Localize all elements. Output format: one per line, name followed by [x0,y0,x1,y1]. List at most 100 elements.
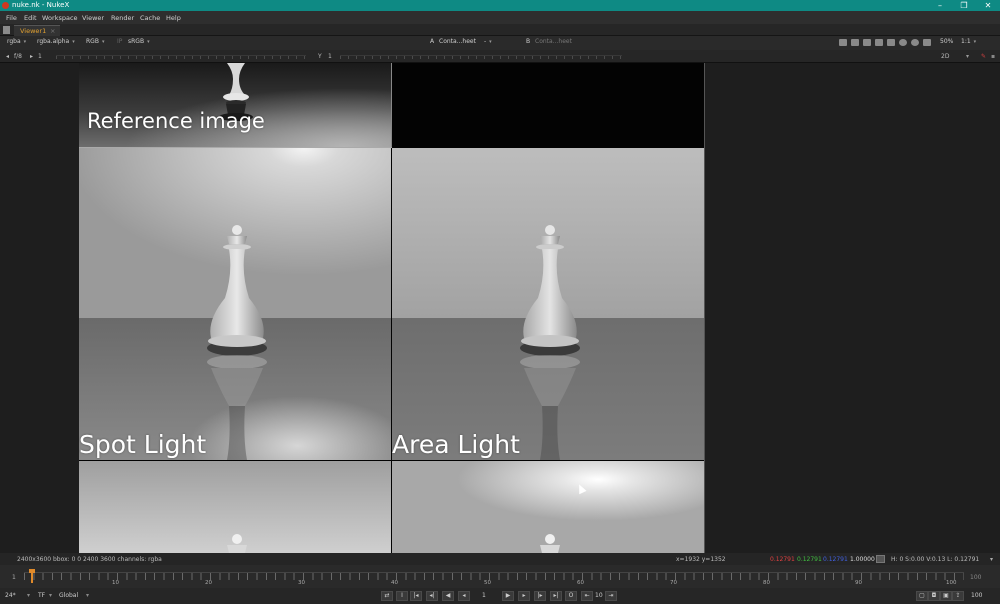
reference-image-label: Reference image [87,109,265,133]
info-expand-icon[interactable]: ▾ [990,556,993,563]
blue-value: 0.12791 [823,556,848,563]
pane-menu-icon[interactable] [3,26,10,34]
menu-viewer[interactable]: Viewer [82,14,104,22]
safe-area-icon[interactable] [851,39,859,46]
last-frame-button[interactable]: ▸| [550,591,562,601]
reference-chess-piece [79,63,391,147]
next-keyframe-button[interactable]: |▸ [534,591,546,601]
tab-label: Viewer1 [20,27,47,35]
next-frame-button[interactable]: ▸ [518,591,530,601]
frame-increment[interactable]: 10 [595,592,603,599]
fps-dropdown[interactable]: 24* [5,592,16,599]
out-point-icon[interactable]: O [565,591,577,601]
spot-light-render [79,148,391,460]
step-back-icon[interactable]: ⇤ [581,591,593,601]
ip-toggle-icon[interactable]: IP [117,38,122,47]
maximize-button[interactable]: ❐ [952,0,976,11]
input-a-dropdown[interactable]: Conta...heet [439,38,476,47]
input-a-label: A [430,38,435,45]
frame-step-icon[interactable]: ▸ [30,53,33,60]
in-point-icon[interactable]: I [396,591,408,601]
fstop-decrease-icon[interactable]: ◂ [6,53,9,60]
lock-icon[interactable]: ▪ [991,53,995,60]
timeline-start-frame: 1 [12,574,16,581]
alpha-channel-dropdown[interactable]: rgba.alpha [37,38,75,47]
tick-label: 80 [763,580,770,586]
playback-controls: 24* ▾ TF ▾ Global ▾ ⇄ I |◂ ◂| ◀ ◂ 1 ▶ ▸ … [0,588,1000,604]
playhead[interactable] [29,569,35,583]
menu-help[interactable]: Help [166,14,181,22]
lock-range-icon[interactable]: ▣ [940,591,952,601]
input-b-dropdown[interactable]: Conta...heet [535,38,572,47]
viewer-exposure-toolbar: ◂ f/8 ▸ 1 Y 1 2D ▾ ✎ ▪ [0,50,1000,63]
checker-icon[interactable] [887,39,895,46]
viewer-lut-dropdown[interactable]: sRGB [128,38,150,47]
reference-image-tile: Reference image [79,63,391,147]
gain-slider[interactable] [56,55,306,59]
tab-viewer1[interactable]: Viewer1 × [14,25,60,36]
view-mode-dropdown[interactable]: 2D [941,53,949,60]
tick-label: 70 [670,580,677,586]
flipbook-icon[interactable]: ▢ [916,591,928,601]
view-mode-arrow-icon: ▾ [966,53,970,60]
roi-icon[interactable] [839,39,847,46]
menu-edit[interactable]: Edit [24,14,37,22]
spot-light-label: Spot Light [79,430,207,459]
first-frame-button[interactable]: |◂ [410,591,422,601]
menu-workspace[interactable]: Workspace [42,14,78,22]
tick-label: 40 [391,580,398,586]
settings-gear-icon[interactable] [911,39,919,46]
fstop-value[interactable]: f/8 [14,53,22,60]
gpu-icon[interactable] [899,39,907,46]
end-frame-field[interactable]: 100 [971,592,982,599]
capture-icon[interactable]: ◘ [928,591,940,601]
prev-frame-button[interactable]: ◂ [458,591,470,601]
area-light-tile: Area Light [392,148,704,460]
menu-render[interactable]: Render [111,14,134,22]
bottom-right-render [392,461,704,553]
menu-file[interactable]: File [6,14,17,22]
tick-label: 60 [577,580,584,586]
play-backward-button[interactable]: ◀ [442,591,454,601]
step-forward-icon[interactable]: ⇥ [605,591,617,601]
prev-keyframe-button[interactable]: ◂| [426,591,438,601]
overlay-icon[interactable] [863,39,871,46]
channels-dropdown[interactable]: rgba [7,38,26,47]
gamma-value[interactable]: 1 [328,53,332,60]
green-value: 0.12791 [797,556,822,563]
close-button[interactable]: ✕ [976,0,1000,11]
minimize-button[interactable]: – [928,0,952,11]
viewer-toolbar: rgba rgba.alpha RGB IP sRGB A Conta...he… [0,36,1000,50]
tf-dropdown[interactable]: TF [38,592,45,599]
viewer-canvas[interactable]: Reference image Spot Light Area Light [0,63,1000,553]
frame-divider [391,63,392,147]
display-channels-dropdown[interactable]: RGB [86,38,104,47]
hsvl-readout: H: 0 S:0.00 V:0.13 L: 0.12791 [891,556,980,563]
timeline-track[interactable] [24,572,964,580]
tick-label: 100 [946,580,957,586]
pause-icon[interactable] [923,39,931,46]
gl-icon[interactable] [875,39,883,46]
area-light-label: Area Light [392,430,520,459]
red-value: 0.12791 [770,556,795,563]
tab-close-icon[interactable]: × [50,27,55,35]
timeline-end-frame: 100 [970,574,982,581]
bottom-left-tile [79,461,391,553]
zoom-level[interactable]: 50% [940,38,953,47]
export-icon[interactable]: ⇪ [952,591,964,601]
timeline[interactable]: 1 10 20 30 40 50 60 70 80 90 100 100 [0,565,1000,588]
gamma-slider[interactable] [340,55,622,59]
loop-mode-icon[interactable]: ⇄ [381,591,393,601]
nuke-app-icon [2,2,9,9]
tick-label: 90 [855,580,862,586]
wipe-mode-dropdown[interactable]: - [484,38,492,47]
range-dropdown[interactable]: Global [59,592,78,599]
gain-value[interactable]: 1 [38,53,42,60]
annotation-icon[interactable]: ✎ [981,53,986,60]
fps-arrow-icon: ▾ [27,592,31,599]
play-forward-button[interactable]: ▶ [502,591,514,601]
proxy-dropdown[interactable]: 1:1 [961,38,976,47]
current-frame-field[interactable]: 1 [482,592,486,599]
menu-cache[interactable]: Cache [140,14,160,22]
color-swatch [876,555,885,563]
